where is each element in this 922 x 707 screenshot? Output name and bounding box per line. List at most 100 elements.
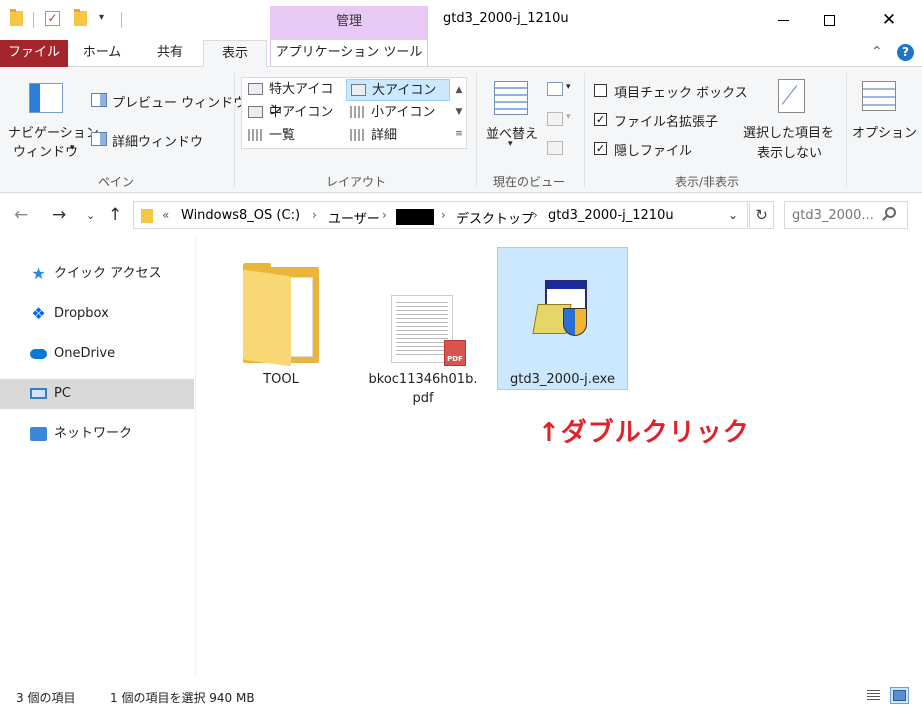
layout-large-icons[interactable]: 大アイコン xyxy=(346,79,450,101)
status-bar: 3 個の項目 1 個の項目を選択 940 MB xyxy=(0,682,922,707)
sidebar-item-label: ネットワーク xyxy=(54,426,133,441)
file-name: bkoc11346h01b. xyxy=(368,372,478,387)
collapse-ribbon-icon[interactable]: ⌃ xyxy=(871,44,883,60)
large-icons-icon xyxy=(351,84,366,96)
breadcrumb-current-folder[interactable]: gtd3_2000-j_1210u xyxy=(548,208,674,223)
hidden-items-label[interactable]: 隠しファイル xyxy=(614,140,692,159)
layout-small-icons[interactable]: 小アイコン xyxy=(346,102,450,124)
tab-view[interactable]: 表示 xyxy=(203,40,267,68)
group-separator xyxy=(476,73,477,187)
gallery-expand-icon[interactable]: ≡ xyxy=(453,123,465,145)
separator xyxy=(33,12,34,28)
group-label-show-hide: 表示/非表示 xyxy=(675,175,740,189)
chevron-up-icon[interactable]: ▲ xyxy=(453,79,465,101)
details-view-icon xyxy=(867,690,880,701)
navigation-pane: ★ クイック アクセス ❖ Dropbox OneDrive PC ネットワーク xyxy=(0,237,196,677)
hide-selected-items-icon[interactable] xyxy=(778,79,805,113)
tab-home[interactable]: ホーム xyxy=(72,40,132,67)
maximize-button[interactable] xyxy=(806,0,852,40)
close-button[interactable]: ✕ xyxy=(866,0,912,40)
folder-icon xyxy=(141,209,153,223)
chevron-down-icon[interactable]: ▼ xyxy=(453,101,465,123)
shield-icon xyxy=(563,308,587,336)
tab-application-tools[interactable]: アプリケーション ツール xyxy=(270,40,428,67)
layout-extra-large-icons[interactable]: 特大アイコン xyxy=(244,79,346,118)
layout-details[interactable]: 詳細 xyxy=(346,125,450,147)
breadcrumb-separator[interactable]: › xyxy=(312,208,317,222)
sidebar-item-network[interactable]: ネットワーク xyxy=(0,419,194,449)
details-pane-button[interactable]: 詳細ウィンドウ xyxy=(112,131,203,150)
navigation-pane-icon[interactable] xyxy=(29,83,63,113)
layout-list[interactable]: 一覧 xyxy=(244,125,346,147)
breadcrumb-overflow[interactable]: « xyxy=(162,208,169,222)
hide-selected-items-button-2[interactable]: 表示しない xyxy=(757,142,822,161)
item-checkboxes-label[interactable]: 項目チェック ボックス xyxy=(614,82,748,101)
address-bar[interactable]: « Windows8_OS (C:) › ユーザー › › デスクトップ › g… xyxy=(133,201,748,229)
file-extensions-label[interactable]: ファイル名拡張子 xyxy=(614,111,718,130)
new-folder-icon[interactable] xyxy=(74,9,87,26)
preview-pane-icon[interactable] xyxy=(91,93,107,107)
details-pane-icon[interactable] xyxy=(91,132,107,146)
minimize-button[interactable] xyxy=(760,0,806,40)
navigation-pane-label[interactable]: ナビゲーション xyxy=(8,122,99,141)
tab-share[interactable]: 共有 xyxy=(140,40,200,67)
group-label-current-view: 現在のビュー xyxy=(493,175,566,189)
breadcrumb-users[interactable]: ユーザー xyxy=(328,208,380,227)
forward-arrow-icon[interactable]: → xyxy=(52,205,66,225)
recent-locations-chevron-icon[interactable]: ⌄ xyxy=(86,209,95,222)
file-item-pdf[interactable]: PDF bkoc11346h01b. pdf xyxy=(358,247,488,406)
sidebar-item-pc[interactable]: PC xyxy=(0,379,194,409)
search-icon[interactable] xyxy=(885,207,896,218)
pc-icon xyxy=(30,388,47,399)
layout-scroll[interactable]: ▲ ▼ ≡ xyxy=(453,79,465,145)
hide-selected-items-button[interactable]: 選択した項目を xyxy=(743,122,834,141)
window-title: gtd3_2000-j_1210u xyxy=(443,11,569,26)
file-item-folder[interactable]: TOOL xyxy=(216,247,346,390)
hidden-items-checkbox[interactable]: ✓ xyxy=(594,142,607,155)
large-icons-view-icon xyxy=(893,690,906,701)
options-icon[interactable] xyxy=(862,81,896,111)
chevron-down-icon[interactable]: ▾ xyxy=(70,143,75,153)
redacted-username[interactable] xyxy=(396,209,434,225)
sidebar-item-quick-access[interactable]: ★ クイック アクセス xyxy=(0,259,194,289)
sidebar-item-dropbox[interactable]: ❖ Dropbox xyxy=(0,299,194,329)
sidebar-item-onedrive[interactable]: OneDrive xyxy=(0,339,194,369)
back-arrow-icon[interactable]: ← xyxy=(14,205,28,225)
chevron-down-icon[interactable]: ▾ xyxy=(566,82,571,92)
large-icons-view-button[interactable] xyxy=(890,687,909,704)
layout-medium-icons[interactable]: 中アイコン xyxy=(244,102,346,124)
properties-checkmark-icon[interactable]: ✓ xyxy=(45,11,60,26)
refresh-icon[interactable]: ↻ xyxy=(749,201,774,229)
group-by-icon[interactable] xyxy=(547,82,563,96)
chevron-down-icon[interactable]: ▾ xyxy=(508,139,513,149)
details-icon xyxy=(350,129,364,141)
ribbon-view: ナビゲーション ウィンドウ ▾ プレビュー ウィンドウ 詳細ウィンドウ ペイン … xyxy=(0,67,922,193)
navigation-bar: ← → ⌄ ↑ « Windows8_OS (C:) › ユーザー › › デス… xyxy=(0,193,922,237)
item-checkboxes-checkbox[interactable] xyxy=(594,84,607,97)
small-icons-icon xyxy=(350,106,364,118)
navigation-pane-label-2[interactable]: ウィンドウ xyxy=(13,141,78,160)
breadcrumb-drive[interactable]: Windows8_OS (C:) xyxy=(181,208,300,223)
layout-item-label: 詳細 xyxy=(371,128,398,143)
group-separator xyxy=(584,73,585,187)
tab-file[interactable]: ファイル xyxy=(0,40,68,67)
chevron-down-icon[interactable]: ⌄ xyxy=(728,208,738,222)
breadcrumb-separator[interactable]: › xyxy=(533,208,538,222)
breadcrumb-desktop[interactable]: デスクトップ xyxy=(456,208,534,227)
customize-quick-access-icon[interactable]: ▾ xyxy=(99,12,104,23)
details-view-button[interactable] xyxy=(864,687,883,704)
preview-pane-button[interactable]: プレビュー ウィンドウ xyxy=(112,92,246,111)
file-extensions-checkbox[interactable]: ✓ xyxy=(594,113,607,126)
breadcrumb-separator[interactable]: › xyxy=(382,208,387,222)
size-columns-icon[interactable] xyxy=(547,141,563,155)
up-arrow-icon[interactable]: ↑ xyxy=(108,205,122,225)
chevron-down-icon[interactable]: ▾ xyxy=(566,112,571,122)
help-icon[interactable]: ? xyxy=(897,44,914,61)
options-button[interactable]: オプション xyxy=(852,122,917,141)
folder-icon xyxy=(243,263,319,367)
network-icon xyxy=(30,427,47,441)
breadcrumb-separator[interactable]: › xyxy=(441,208,446,222)
sort-by-icon[interactable] xyxy=(494,81,528,115)
file-item-exe[interactable]: gtd3_2000-j.exe xyxy=(497,247,628,390)
add-columns-icon[interactable] xyxy=(547,112,563,126)
